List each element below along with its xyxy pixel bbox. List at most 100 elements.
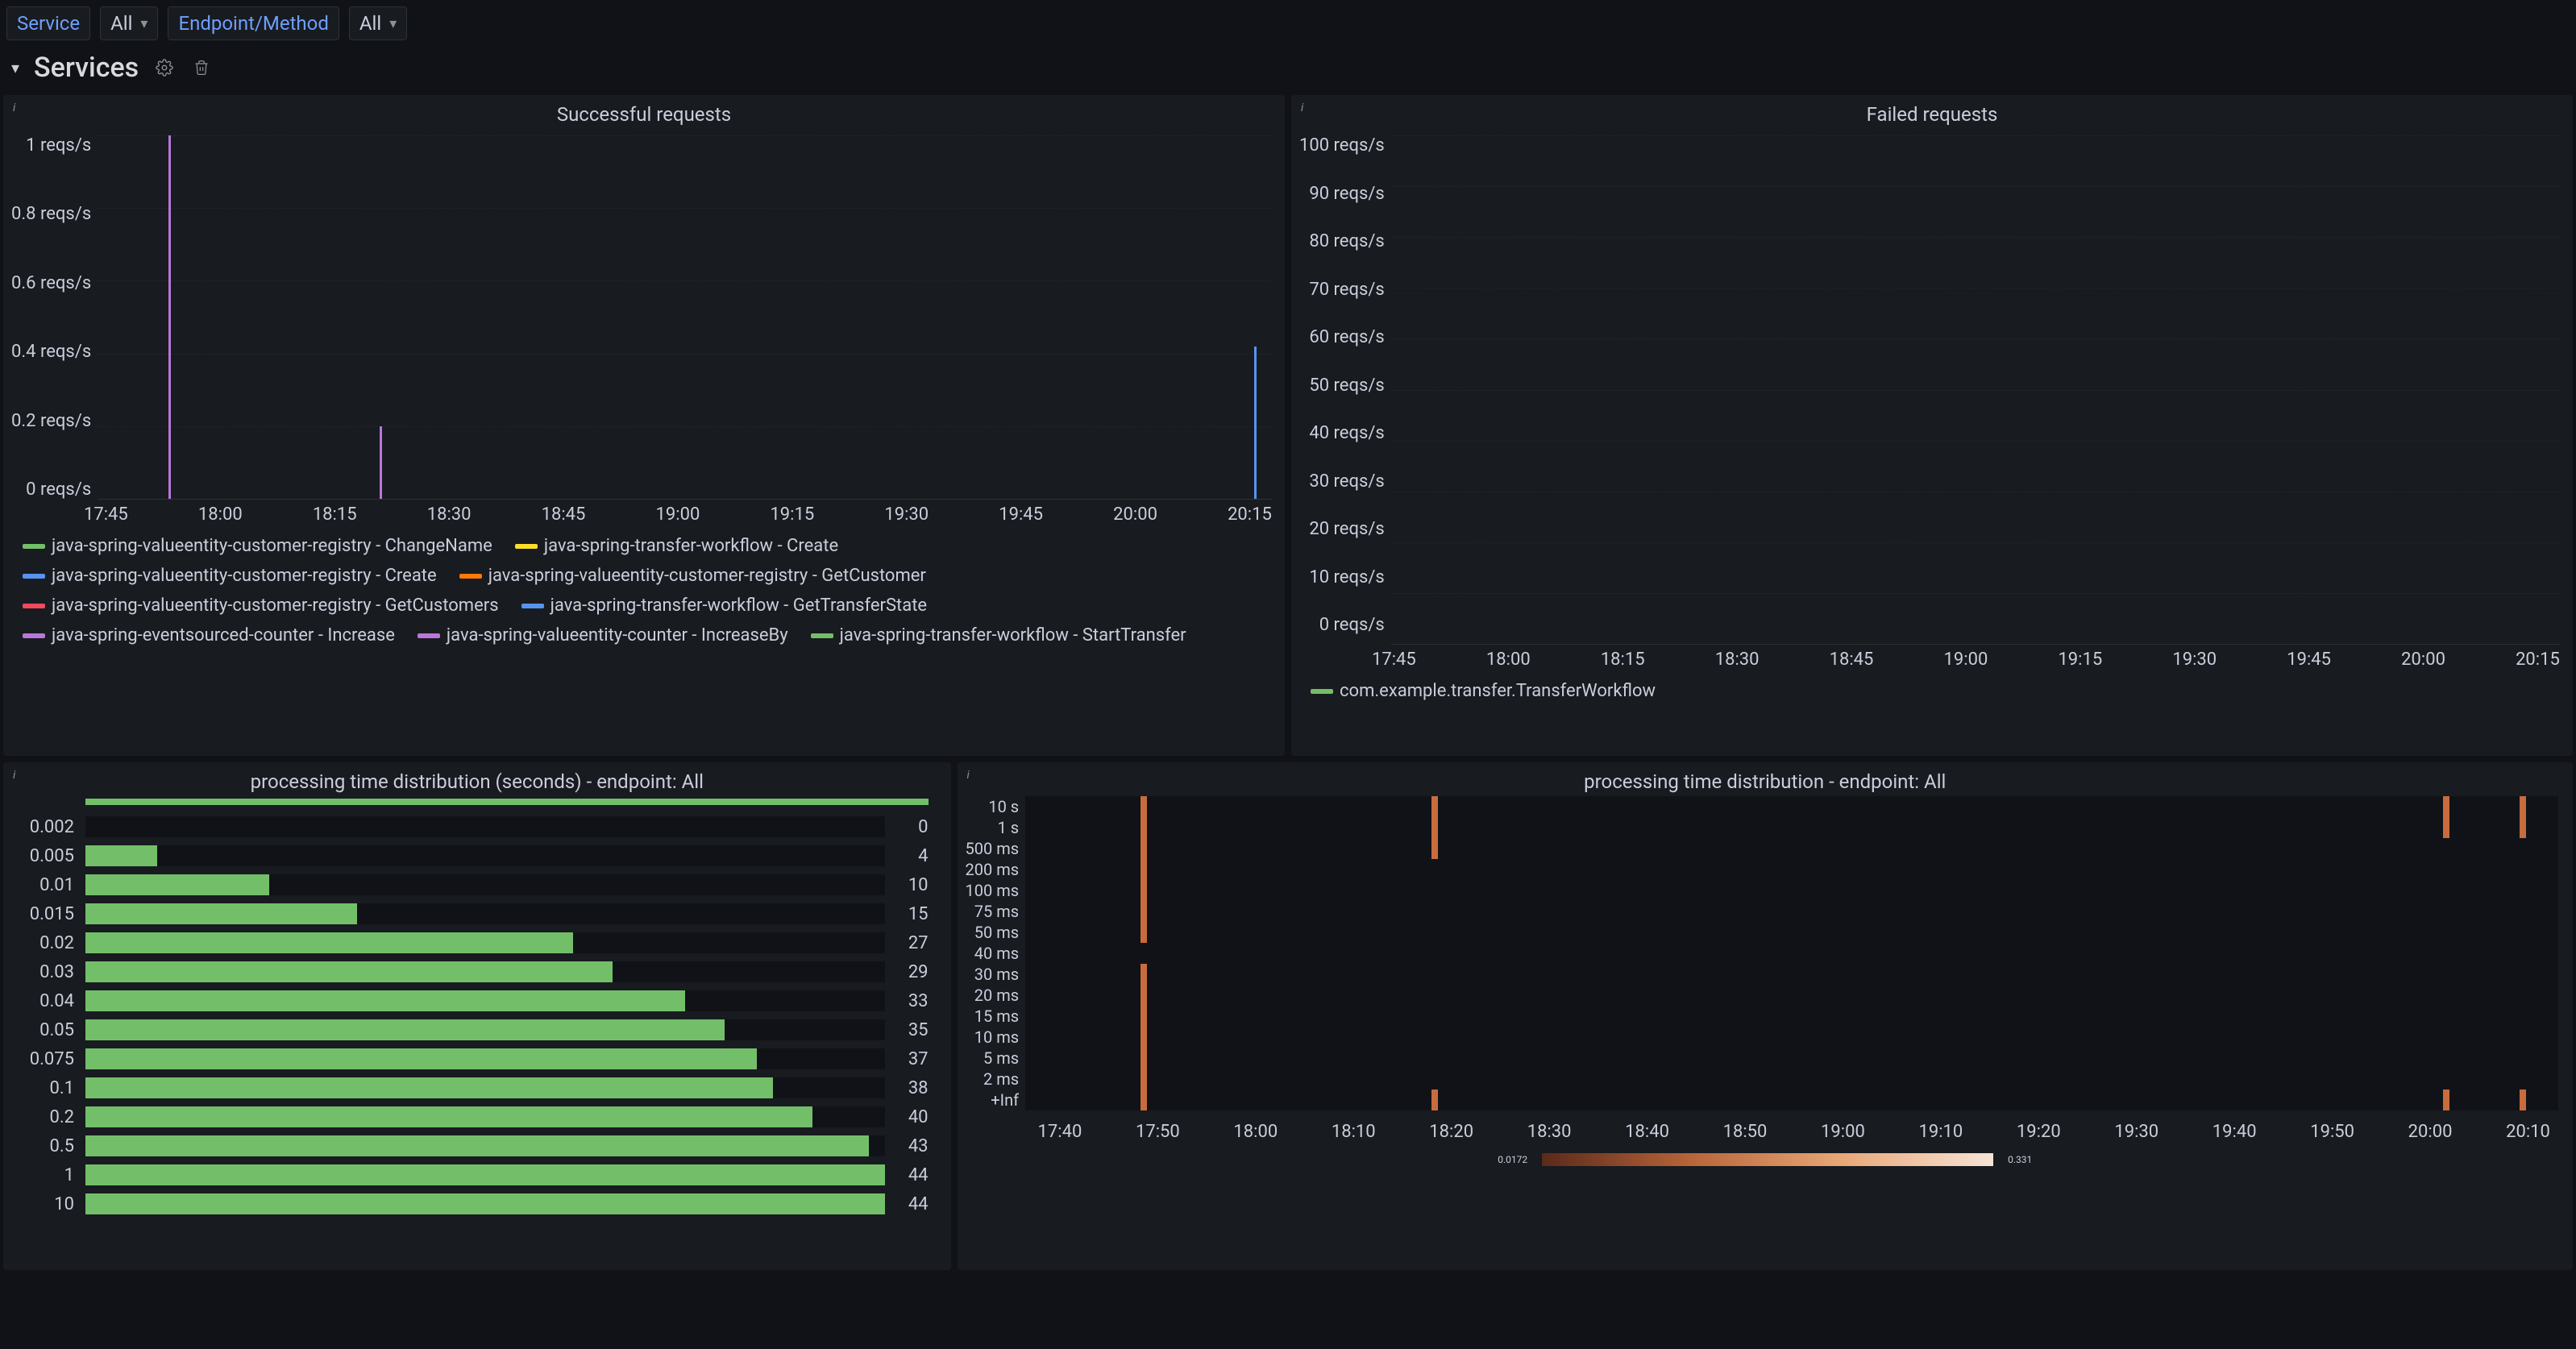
axis-tick: 19:45	[999, 504, 1043, 525]
axis-tick: 17:40	[1038, 1122, 1082, 1142]
axis-tick: 18:00	[198, 504, 243, 525]
legend-item[interactable]: java-spring-transfer-workflow - StartTra…	[811, 625, 1186, 645]
axis-tick: 0.2 reqs/s	[11, 411, 91, 431]
bar-fill	[85, 845, 157, 866]
heatmap-cell	[1431, 1090, 1438, 1110]
heatmap-cell	[2520, 817, 2526, 838]
row-delete-button[interactable]	[190, 56, 213, 79]
plot-area[interactable]	[1391, 135, 2560, 645]
legend-item[interactable]: java-spring-eventsourced-counter - Incre…	[23, 625, 395, 645]
legend: com.example.transfer.TransferWorkflow	[1291, 670, 2573, 714]
heatmap-cell	[1431, 922, 1438, 943]
bucket-label: 1	[18, 1165, 74, 1185]
axis-tick: 2 ms	[966, 1069, 1020, 1090]
axis-tick: 0.6 reqs/s	[11, 273, 91, 293]
axis-tick: 20 reqs/s	[1309, 519, 1384, 539]
bucket-label: 0.02	[18, 933, 74, 953]
bar-track	[85, 845, 885, 866]
endpoint-variable-value[interactable]: All	[349, 6, 407, 40]
legend-item[interactable]: java-spring-valueentity-counter - Increa…	[418, 625, 788, 645]
x-axis: 17:4518:0018:1518:3018:4519:0019:1519:30…	[3, 500, 1285, 525]
heatmap-cell	[2443, 922, 2449, 943]
axis-tick: 19:00	[1944, 650, 1988, 670]
axis-tick: 1 reqs/s	[26, 135, 91, 156]
heatmap-cell	[2443, 985, 2449, 1006]
bucket-count: 44	[896, 1165, 929, 1185]
legend-swatch	[459, 574, 482, 579]
heatmap-cell	[2443, 1090, 2449, 1110]
axis-tick: 200 ms	[966, 859, 1020, 880]
axis-tick: 90 reqs/s	[1309, 184, 1384, 204]
heatmap-cell	[2443, 943, 2449, 964]
info-icon[interactable]: i	[13, 102, 15, 114]
panel-processing-histogram[interactable]: i processing time distribution (seconds)…	[3, 762, 951, 1270]
axis-tick: 19:20	[2017, 1122, 2061, 1142]
legend-item[interactable]: java-spring-valueentity-customer-registr…	[23, 566, 437, 586]
panel-title: Successful requests	[3, 95, 1285, 129]
collapse-caret-icon[interactable]	[11, 58, 19, 77]
trash-icon	[193, 60, 210, 76]
axis-tick: 10 reqs/s	[1309, 567, 1384, 587]
heatmap-cell	[2520, 1090, 2526, 1110]
bar-fill	[85, 1193, 885, 1214]
heatmap-plot: 10 s1 s500 ms200 ms100 ms75 ms50 ms40 ms…	[958, 796, 2573, 1117]
panel-failed-requests[interactable]: i Failed requests 100 reqs/s90 reqs/s80 …	[1291, 95, 2573, 756]
plot-area[interactable]	[98, 135, 1272, 500]
heatmap-cell	[1141, 943, 1147, 964]
heatmap-cell	[1141, 964, 1147, 985]
bar-track	[85, 1135, 885, 1156]
axis-tick: 19:00	[656, 504, 700, 525]
histogram-row: 0.01515	[18, 899, 929, 928]
y-axis: 100 reqs/s90 reqs/s80 reqs/s70 reqs/s60 …	[1299, 135, 1391, 635]
heatmap-cell	[1141, 796, 1147, 817]
x-axis: 17:4518:0018:1518:3018:4519:0019:1519:30…	[1291, 645, 2573, 670]
panel-processing-heatmap[interactable]: i processing time distribution - endpoin…	[958, 762, 2573, 1270]
row-title[interactable]: Services	[34, 52, 139, 84]
axis-tick: 18:50	[1723, 1122, 1768, 1142]
service-variable-chip[interactable]: Service	[6, 6, 90, 40]
legend-item[interactable]: java-spring-transfer-workflow - GetTrans…	[521, 596, 928, 616]
bar-fill	[85, 1077, 773, 1098]
axis-tick: 1 s	[966, 817, 1020, 838]
axis-tick: 18:15	[1601, 650, 1645, 670]
bar-fill	[85, 874, 269, 895]
panel-grid: i Successful requests 1 reqs/s0.8 reqs/s…	[0, 95, 2576, 1270]
heatmap-cell	[1141, 922, 1147, 943]
heatmap-cell	[1431, 1069, 1438, 1090]
heatmap-cell	[2443, 880, 2449, 901]
heatmap-grid[interactable]	[1025, 796, 2558, 1110]
heatmap-cell	[2520, 1006, 2526, 1027]
histogram-row: 0.138	[18, 1073, 929, 1102]
heatmap-cell	[1141, 1090, 1147, 1110]
axis-tick: 19:10	[1918, 1122, 1963, 1142]
bucket-label: 0.05	[18, 1020, 74, 1040]
legend-label: java-spring-valueentity-customer-registr…	[52, 536, 492, 556]
axis-tick: 70 reqs/s	[1309, 280, 1384, 300]
legend-item[interactable]: com.example.transfer.TransferWorkflow	[1311, 681, 1656, 701]
bar-track	[85, 932, 885, 953]
row-settings-button[interactable]	[153, 56, 176, 79]
chevron-down-icon	[389, 15, 397, 32]
axis-tick: 18:15	[313, 504, 357, 525]
legend-item[interactable]: java-spring-valueentity-customer-registr…	[459, 566, 926, 586]
info-icon[interactable]: i	[1301, 102, 1303, 114]
bucket-label: 0.002	[18, 817, 74, 837]
legend-label: java-spring-valueentity-counter - Increa…	[447, 625, 788, 645]
axis-tick: 5 ms	[966, 1048, 1020, 1069]
info-icon[interactable]: i	[967, 769, 970, 782]
endpoint-variable-chip[interactable]: Endpoint/Method	[168, 6, 339, 40]
legend-item[interactable]: java-spring-transfer-workflow - Create	[515, 536, 838, 556]
heatmap-y-axis: 10 s1 s500 ms200 ms100 ms75 ms50 ms40 ms…	[966, 796, 1026, 1110]
info-icon[interactable]: i	[13, 769, 15, 782]
heatmap-column	[2520, 796, 2526, 1110]
axis-tick: 0 reqs/s	[26, 479, 91, 500]
panel-successful-requests[interactable]: i Successful requests 1 reqs/s0.8 reqs/s…	[3, 95, 1285, 756]
legend-item[interactable]: java-spring-valueentity-customer-registr…	[23, 596, 499, 616]
bar-fill	[85, 961, 613, 982]
histogram-row: 0.0433	[18, 986, 929, 1015]
service-variable-value[interactable]: All	[100, 6, 158, 40]
endpoint-variable-label: Endpoint/Method	[178, 12, 328, 35]
legend-item[interactable]: java-spring-valueentity-customer-registr…	[23, 536, 492, 556]
hist-top-overflow	[3, 796, 951, 807]
heatmap-cell	[1431, 838, 1438, 859]
